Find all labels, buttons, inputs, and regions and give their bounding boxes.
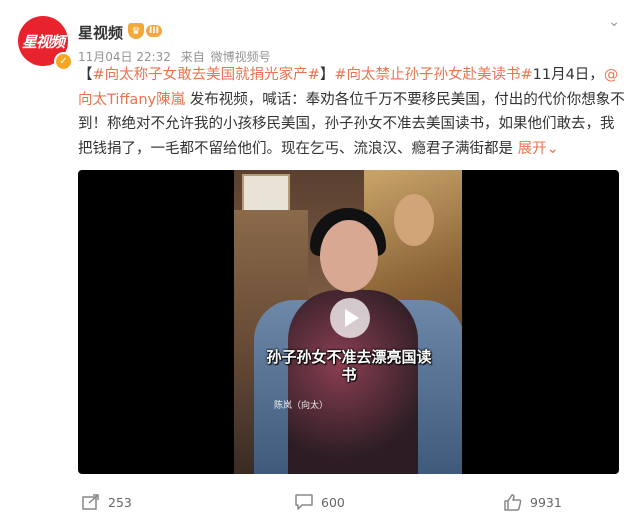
weibo-post: 星视频 ✓ 星视频 ♛ III ⌄ 11月04日 22:32 来自 微博视频号 … — [0, 0, 640, 526]
post-text: 【#向太称子女敢去美国就捐光家产#】#向太禁止孙子孙女赴美读书#11月4日，@向… — [78, 63, 626, 161]
post-source[interactable]: 微博视频号 — [211, 50, 271, 64]
action-bar: 253 600 9931 — [0, 486, 640, 526]
play-button-icon[interactable] — [330, 298, 370, 338]
person-head — [320, 220, 378, 292]
comment-button[interactable]: 600 — [295, 494, 345, 510]
level-number: III — [145, 25, 162, 37]
bracket-close: 】 — [319, 67, 335, 83]
verified-badge-icon: ✓ — [54, 52, 73, 71]
share-icon — [82, 494, 99, 510]
comment-count: 600 — [321, 494, 345, 510]
share-button[interactable]: 253 — [82, 494, 132, 510]
thumbs-up-icon — [504, 494, 522, 511]
comment-icon — [295, 494, 313, 510]
expand-label: 展开 — [517, 140, 547, 157]
share-count: 253 — [108, 494, 132, 510]
video-subtitle: 孙子孙女不准去漂亮国读书 — [266, 348, 432, 384]
wall-picture — [242, 174, 290, 212]
video-name-tag: 陈岚（向太） — [274, 401, 329, 411]
expand-link[interactable]: 展开⌄ — [518, 141, 559, 157]
more-options-icon[interactable]: ⌄ — [608, 14, 620, 30]
video-frame: 孙子孙女不准去漂亮国读书 陈岚（向太） — [234, 170, 462, 474]
crown-icon: ♛ — [128, 23, 144, 39]
username[interactable]: 星视频 — [78, 22, 123, 43]
bracket-open: 【 — [78, 67, 93, 83]
source-prefix: 来自 — [180, 50, 205, 64]
like-button[interactable]: 9931 — [504, 494, 562, 511]
chevron-down-icon: ⌄ — [546, 140, 559, 157]
hashtag-link[interactable]: #向太称子女敢去美国就捐光家产# — [93, 67, 320, 83]
post-date-text: 11月4日， — [532, 67, 604, 83]
avatar-logo: 星视频 — [21, 32, 65, 51]
like-count: 9931 — [530, 495, 562, 510]
video-player[interactable]: 孙子孙女不准去漂亮国读书 陈岚（向太） — [78, 170, 619, 474]
hashtag-link[interactable]: #向太禁止孙子孙女赴美读书# — [334, 67, 532, 83]
user-level-badge[interactable]: ♛ III — [128, 22, 162, 40]
post-date[interactable]: 11月04日 22:32 — [78, 50, 171, 64]
